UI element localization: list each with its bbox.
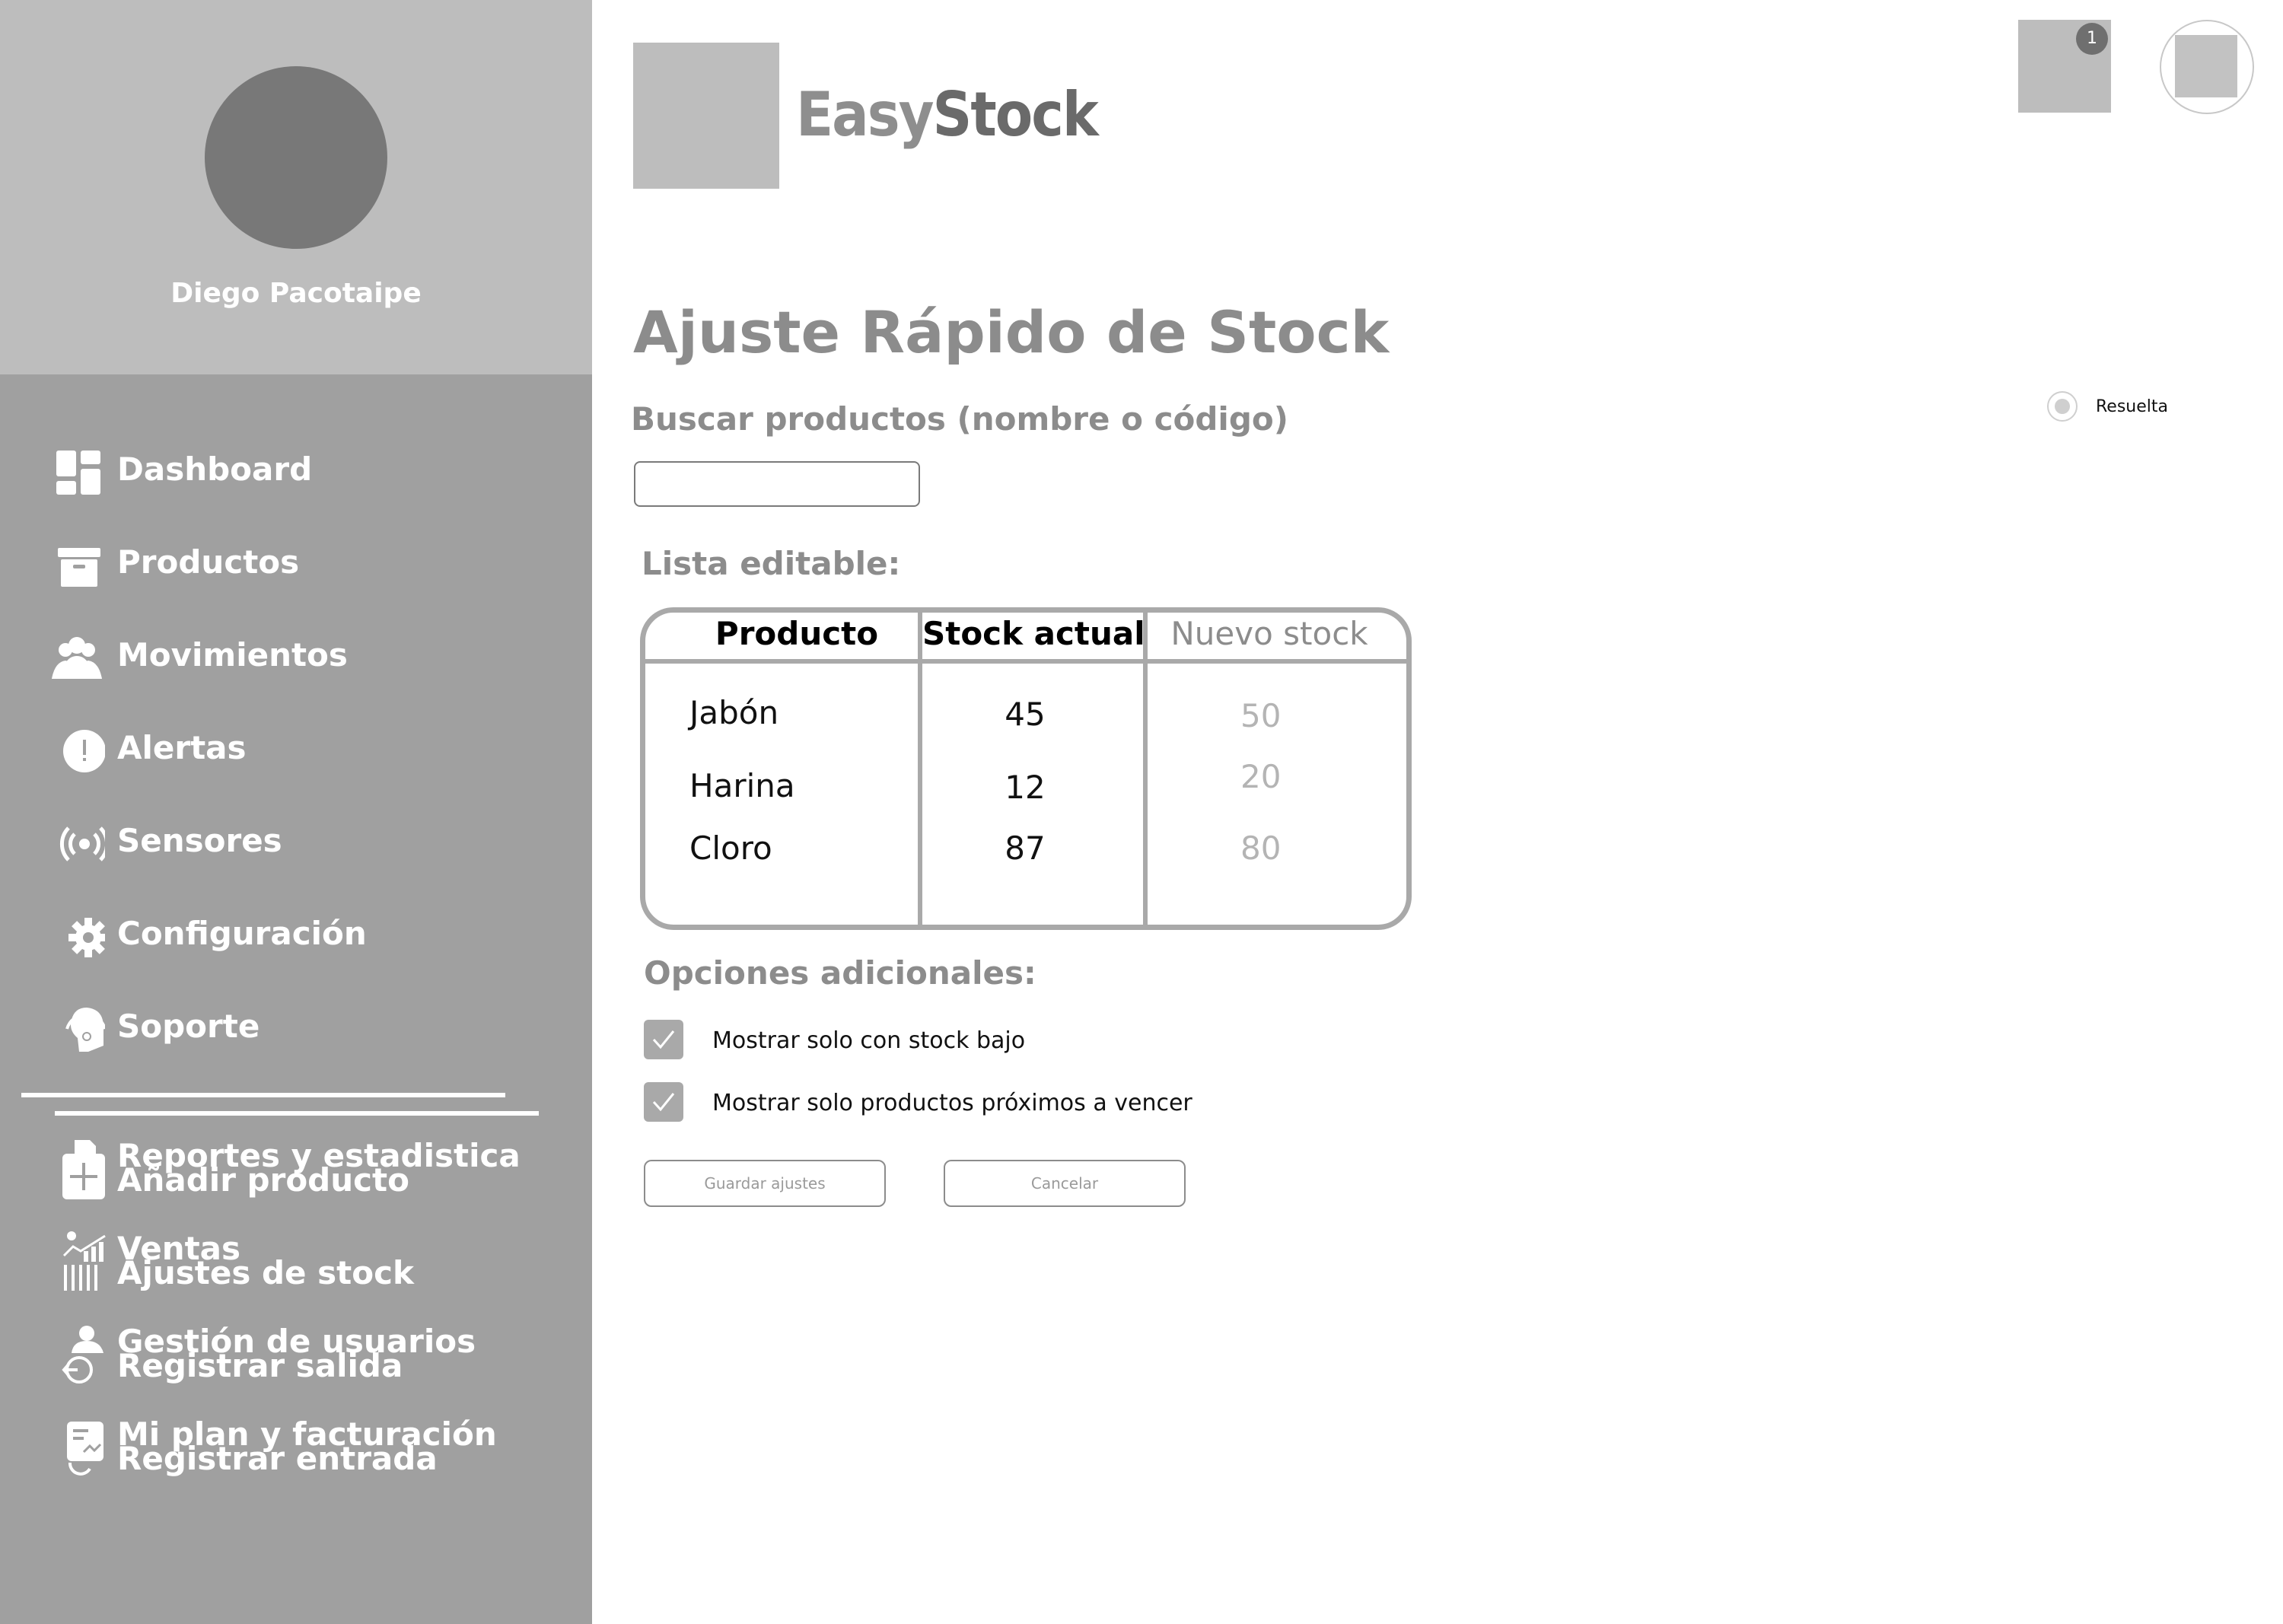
table-cell-current-stock: 45 — [1005, 696, 1046, 733]
archive-box-icon — [58, 548, 100, 587]
user-name: Diego Pacotaipe — [170, 278, 422, 309]
support-agent-icon — [65, 1008, 105, 1052]
table-cell-current-stock: 12 — [1005, 769, 1046, 806]
table-cell-product: Jabón — [689, 694, 779, 731]
brand-name: EasyStock — [796, 79, 1099, 150]
table-cell-new-stock[interactable]: 80 — [1240, 830, 1281, 867]
sidebar-item-label: Registrar entrada — [117, 1440, 438, 1477]
table-cell-product: Harina — [689, 767, 795, 804]
sidebar-item-label: Movimientos — [117, 636, 348, 673]
checkbox-low-stock[interactable] — [644, 1020, 683, 1059]
sidebar-item-alertas[interactable]: Alertas — [52, 718, 539, 779]
sidebar-item-registrar-entrada[interactable]: Mi plan y facturación Registrar entrada — [61, 1415, 533, 1492]
sidebar-item-dashboard[interactable]: Dashboard — [52, 440, 539, 501]
search-label: Buscar productos (nombre o código) — [631, 400, 1288, 438]
status-radio-dot — [2055, 399, 2070, 414]
options-label: Opciones adicionales: — [644, 954, 1036, 992]
alert-icon — [63, 730, 105, 772]
check-icon — [652, 1093, 675, 1112]
sidebar-item-registrar-salida[interactable]: Gestión de usuarios Registrar salida — [61, 1323, 533, 1399]
table-cell-new-stock[interactable]: 50 — [1240, 697, 1281, 734]
editable-list-label: Lista editable: — [642, 545, 901, 582]
dashboard-icon — [56, 451, 100, 495]
sidebar-item-label: Registrar salida — [117, 1347, 403, 1384]
sidebar-item-sensores[interactable]: Sensores — [52, 811, 539, 872]
sidebar-item-label: Alertas — [117, 729, 247, 766]
cancel-button[interactable]: Cancelar — [944, 1160, 1186, 1207]
checkbox-expiring[interactable] — [644, 1082, 683, 1122]
status-radio-label: Resuelta — [2096, 397, 2168, 416]
users-icon — [52, 637, 102, 679]
save-button[interactable]: Guardar ajustes — [644, 1160, 886, 1207]
table-cell-current-stock: 87 — [1005, 830, 1046, 867]
sidebar-item-soporte[interactable]: Soporte — [52, 997, 539, 1058]
sidebar-divider — [55, 1111, 539, 1116]
gear-icon — [68, 918, 105, 957]
profile-image-placeholder — [2175, 35, 2237, 97]
check-icon — [652, 1030, 675, 1049]
checkbox-label: Mostrar solo con stock bajo — [712, 1027, 1026, 1054]
sidebar-item-productos[interactable]: Productos — [52, 533, 539, 594]
sidebar-item-label: Sensores — [117, 822, 282, 859]
sidebar-item-label: Productos — [117, 543, 300, 581]
billing-icon — [67, 1422, 103, 1476]
user-exit-icon — [62, 1326, 103, 1384]
sidebar: Diego Pacotaipe Dashboard Productos Movi… — [0, 0, 592, 1624]
sidebar-item-ajustes-de-stock[interactable]: Ventas Ajustes de stock — [61, 1230, 533, 1306]
column-header-stock-actual: Stock actual — [922, 615, 1145, 652]
search-input[interactable] — [634, 461, 920, 507]
notification-badge: 1 — [2076, 23, 2108, 55]
table-cell-new-stock[interactable]: 20 — [1240, 758, 1281, 795]
add-file-icon — [62, 1140, 105, 1199]
logo-placeholder — [633, 43, 779, 189]
sidebar-item-label: Configuración — [117, 915, 367, 952]
column-header-producto: Producto — [715, 615, 879, 652]
sidebar-item-label: Añadir producto — [117, 1161, 409, 1199]
avatar[interactable] — [205, 66, 387, 249]
brand-part-easy: Easy — [796, 79, 934, 150]
sensor-icon — [59, 826, 105, 861]
sidebar-item-label: Dashboard — [117, 451, 313, 488]
sidebar-item-label: Ajustes de stock — [117, 1254, 414, 1291]
checkbox-label: Mostrar solo productos próximos a vencer — [712, 1090, 1192, 1116]
column-header-nuevo-stock: Nuevo stock — [1170, 615, 1368, 652]
sidebar-item-anadir-producto[interactable]: Reportes y estadistica Añadir producto — [61, 1137, 533, 1213]
sidebar-item-movimientos[interactable]: Movimientos — [52, 626, 539, 686]
sales-chart-icon — [62, 1231, 106, 1291]
sidebar-divider — [21, 1093, 505, 1097]
table-divider — [645, 659, 1406, 664]
sidebar-item-label: Soporte — [117, 1008, 260, 1045]
brand-part-stock: Stock — [932, 79, 1099, 150]
sidebar-item-configuracion[interactable]: Configuración — [52, 904, 539, 965]
table-cell-product: Cloro — [689, 830, 772, 867]
page-title: Ajuste Rápido de Stock — [633, 298, 1390, 366]
